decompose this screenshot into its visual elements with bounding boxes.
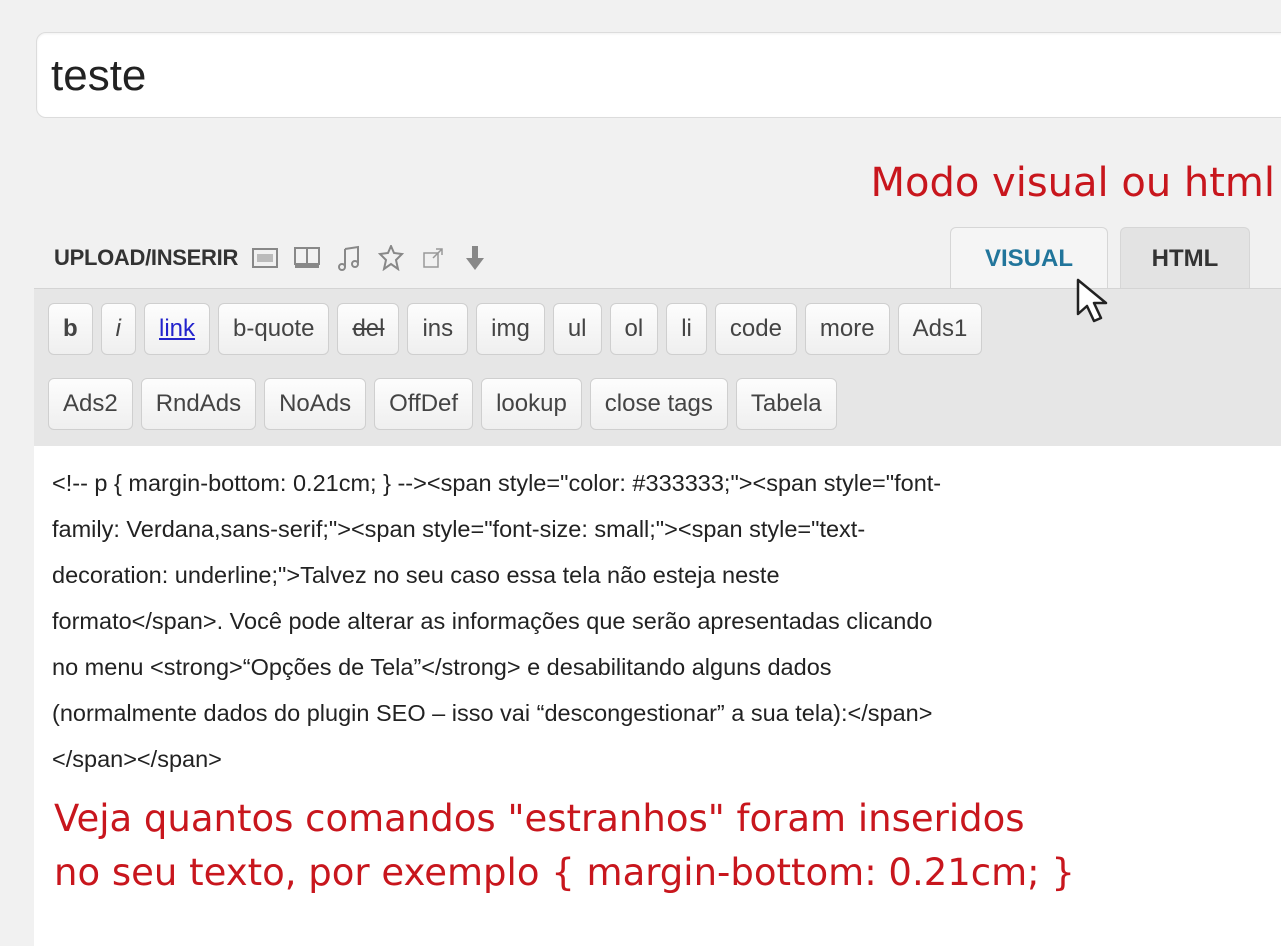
img-button[interactable]: img — [476, 303, 545, 355]
offdef-button[interactable]: OffDef — [374, 378, 474, 430]
more-button[interactable]: more — [804, 303, 890, 355]
li-button[interactable]: li — [666, 303, 707, 355]
tabela-button[interactable]: Tabela — [735, 378, 837, 430]
ul-button[interactable]: ul — [552, 303, 602, 355]
editor-line: formato</span>. Você pode alterar as inf… — [52, 608, 933, 634]
editor-line: family: Verdana,sans-serif;"><span style… — [52, 516, 866, 542]
editor-content: <!-- p { margin-bottom: 0.21cm; } --><sp… — [52, 460, 1262, 782]
tab-html[interactable]: HTML — [1120, 227, 1250, 290]
annotation-strange-commands: Veja quantos comandos "estranhos" foram … — [54, 792, 1075, 900]
gallery-icon[interactable] — [292, 243, 322, 273]
del-button[interactable]: del — [337, 303, 400, 355]
annotation-line-1: Veja quantos comandos "estranhos" foram … — [54, 797, 1025, 840]
italic-button[interactable]: i — [100, 303, 137, 355]
ol-button[interactable]: ol — [609, 303, 659, 355]
code-button[interactable]: code — [714, 303, 797, 355]
link-button[interactable]: link — [144, 303, 211, 355]
media-icon[interactable] — [376, 243, 406, 273]
image-icon[interactable] — [250, 243, 280, 273]
annotation-visual-html: Modo visual ou html — [870, 160, 1275, 206]
upload-insert-label: UPLOAD/INSERIR — [54, 245, 239, 270]
close-tags-button[interactable]: close tags — [589, 378, 728, 430]
editor-line: <!-- p { margin-bottom: 0.21cm; } --><sp… — [52, 470, 942, 496]
ads2-button[interactable]: Ads2 — [48, 378, 133, 430]
editor-line: no menu <strong>“Opções de Tela”</strong… — [52, 654, 832, 680]
audio-icon[interactable] — [334, 243, 364, 273]
bold-button[interactable]: b — [48, 303, 93, 355]
annotation-line-2: no seu texto, por exemplo { margin-botto… — [54, 851, 1075, 894]
download-icon[interactable] — [460, 243, 490, 273]
rndads-button[interactable]: RndAds — [140, 378, 257, 430]
lookup-button[interactable]: lookup — [481, 378, 582, 430]
media-buttons-bar: UPLOAD/INSERIR — [54, 236, 490, 280]
quicktags-row-1: b i link b-quote del ins img ul ol li co… — [48, 303, 983, 355]
post-title-text: teste — [51, 51, 147, 100]
blockquote-button[interactable]: b-quote — [218, 303, 330, 355]
ins-button[interactable]: ins — [407, 303, 469, 355]
external-link-icon[interactable] — [418, 243, 448, 273]
editor-line: (normalmente dados do plugin SEO – isso … — [52, 700, 933, 726]
editor-line: decoration: underline;">Talvez no seu ca… — [52, 562, 780, 588]
quicktags-row-2: Ads2 RndAds NoAds OffDef lookup close ta… — [48, 378, 837, 430]
ads1-button[interactable]: Ads1 — [897, 303, 983, 355]
mouse-pointer-icon — [1076, 278, 1108, 323]
noads-button[interactable]: NoAds — [264, 378, 367, 430]
post-title-field[interactable]: teste — [36, 32, 1281, 118]
editor-line: </span></span> — [52, 746, 222, 772]
